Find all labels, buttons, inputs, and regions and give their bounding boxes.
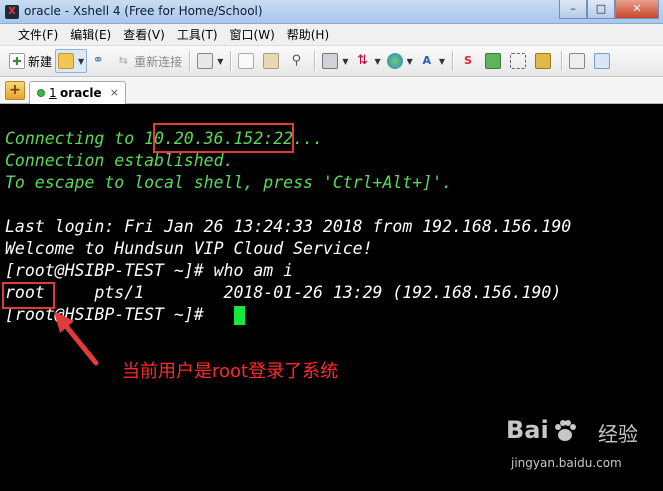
connection-status-icon — [37, 89, 45, 97]
link-icon: ⚭ — [92, 53, 104, 68]
transfer-icon: ⇅ — [357, 53, 368, 68]
properties-icon — [197, 53, 214, 69]
toolbar-separator — [230, 51, 232, 71]
annotation-arrow — [54, 311, 99, 366]
terminal-line: root pts/1 2018-01-26 13:29 (192.168.156… — [5, 283, 562, 302]
new-session-button[interactable]: ✚ 新建 — [6, 49, 55, 73]
script-button[interactable] — [482, 49, 507, 73]
close-button[interactable]: ✕ — [615, 0, 659, 19]
toolbar-separator — [451, 51, 453, 71]
paste-icon — [263, 53, 280, 69]
globe-icon — [386, 53, 403, 69]
paste-button[interactable] — [260, 49, 285, 73]
menu-tools[interactable]: 工具(T) — [171, 24, 224, 46]
reconnect-label: 重新连接 — [134, 54, 183, 69]
font-icon: A — [422, 54, 432, 67]
transfer-button[interactable]: ⇅ ▼ — [352, 49, 384, 73]
properties-button[interactable]: ▼ — [194, 49, 226, 73]
toolbar-separator — [189, 51, 191, 71]
fullscreen-button[interactable] — [507, 49, 532, 73]
new-session-label: 新建 — [28, 54, 53, 69]
print-button[interactable]: ▼ — [319, 49, 351, 73]
ip-highlight-box — [153, 123, 294, 153]
lock-icon — [534, 53, 551, 69]
title-bar: X oracle - Xshell 4 (Free for Home/Schoo… — [0, 0, 663, 24]
maximize-button[interactable]: □ — [587, 0, 615, 19]
new-session-icon: ✚ — [9, 53, 25, 69]
menu-edit[interactable]: 编辑(E) — [64, 24, 117, 46]
search-icon: ⚲ — [291, 53, 302, 68]
menu-view[interactable]: 查看(V) — [117, 24, 171, 46]
script-icon — [484, 53, 501, 69]
annotation-text: 当前用户是root登录了系统 — [122, 361, 339, 382]
terminal-view[interactable]: Connecting to 10.20.36.152:22... Connect… — [0, 105, 663, 491]
terminal-line: To escape to local shell, press 'Ctrl+Al… — [5, 173, 453, 192]
compose-icon — [593, 53, 610, 69]
reconnect-button[interactable]: ⇆ 重新连接 — [112, 49, 185, 73]
menu-help[interactable]: 帮助(H) — [281, 24, 335, 46]
menu-bar: 文件(F) 编辑(E) 查看(V) 工具(T) 窗口(W) 帮助(H) — [0, 24, 663, 46]
chevron-down-icon[interactable]: ▼ — [375, 57, 381, 66]
watermark-logo-text: Bai — [506, 416, 549, 444]
add-tab-button[interactable]: + — [5, 81, 25, 100]
folder-icon — [58, 53, 75, 69]
tab-label: oracle — [60, 86, 102, 100]
globe-button[interactable]: ▼ — [384, 49, 416, 73]
reconnect-icon: ⇆ — [118, 54, 128, 67]
terminal-cursor — [234, 306, 245, 325]
open-session-button[interactable]: ▼ — [55, 49, 88, 73]
tab-index: 1 — [49, 86, 57, 100]
xftp-button[interactable]: S — [457, 49, 482, 73]
baidu-watermark: Bai 经验 jingyan.baidu.com — [506, 414, 656, 484]
terminal-line: [root@HSIBP-TEST ~]# who am i — [5, 261, 294, 280]
terminal-line: Last login: Fri Jan 26 13:24:33 2018 fro… — [5, 217, 572, 236]
menu-window[interactable]: 窗口(W) — [224, 24, 281, 46]
find-button[interactable]: ⚲ — [285, 49, 310, 73]
window-controls: – □ ✕ — [559, 0, 659, 20]
watermark-url: jingyan.baidu.com — [511, 456, 622, 470]
chevron-down-icon[interactable]: ▼ — [342, 57, 348, 66]
chevron-down-icon[interactable]: ▼ — [407, 57, 413, 66]
connect-button[interactable]: ⚭ — [87, 49, 112, 73]
copy-icon — [238, 53, 255, 69]
menu-file[interactable]: 文件(F) — [8, 24, 64, 46]
window-title: oracle - Xshell 4 (Free for Home/School) — [24, 4, 263, 18]
font-button[interactable]: A ▼ — [416, 49, 448, 73]
xftp-icon: S — [464, 54, 472, 67]
keyboard-icon — [568, 53, 585, 69]
terminal-line: Welcome to Hundsun VIP Cloud Service! — [5, 239, 373, 258]
printer-icon — [322, 53, 339, 69]
chevron-down-icon[interactable]: ▼ — [439, 57, 445, 66]
session-tab-bar: + 1 oracle × — [0, 77, 663, 104]
baidu-paw-icon — [555, 420, 576, 441]
keyboard-button[interactable] — [566, 49, 591, 73]
compose-button[interactable] — [591, 49, 616, 73]
watermark-jingyan: 经验 — [598, 422, 638, 446]
terminal-line: Connection established. — [5, 151, 234, 170]
close-tab-icon[interactable]: × — [110, 86, 119, 99]
chevron-down-icon[interactable]: ▼ — [78, 57, 84, 66]
lock-button[interactable] — [532, 49, 557, 73]
minimize-button[interactable]: – — [559, 0, 587, 19]
toolbar-separator — [314, 51, 316, 71]
fullscreen-icon — [509, 53, 526, 69]
xshell-icon: X — [5, 5, 19, 19]
toolbar-separator — [560, 51, 562, 71]
tab-oracle[interactable]: 1 oracle × — [29, 81, 126, 104]
copy-button[interactable] — [235, 49, 260, 73]
toolbar: ✚ 新建 ▼ ⚭ ⇆ 重新连接 ▼ ⚲ ▼ ⇅ ▼ ▼ A ▼ S — [0, 46, 663, 77]
chevron-down-icon[interactable]: ▼ — [217, 57, 223, 66]
